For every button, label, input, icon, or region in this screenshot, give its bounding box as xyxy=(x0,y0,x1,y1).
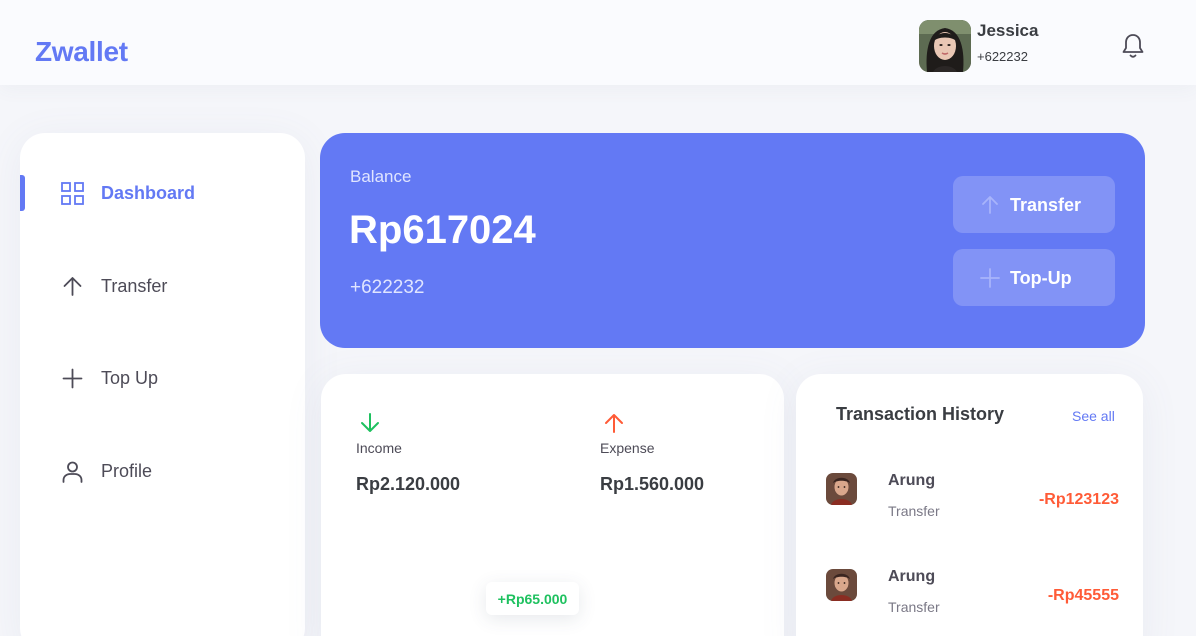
income-label: Income xyxy=(356,440,402,456)
balance-label: Balance xyxy=(350,167,412,186)
top-header: Zwallet Jessica +622232 xyxy=(0,0,1196,85)
bell-icon[interactable] xyxy=(1120,32,1146,60)
sidebar-item-dashboard[interactable]: Dashboard xyxy=(20,175,305,211)
plus-icon xyxy=(980,268,1000,288)
active-indicator xyxy=(20,175,25,211)
sidebar-item-label: Top Up xyxy=(101,368,159,388)
avatar xyxy=(826,569,857,601)
sidebar-item-top-up[interactable]: Top Up xyxy=(20,360,305,396)
grid-icon xyxy=(61,182,84,205)
chart-tooltip: +Rp65.000 xyxy=(486,582,579,615)
user-phone: +622232 xyxy=(977,49,1028,64)
transaction-name: Arung xyxy=(888,568,936,585)
transfer-button-label: Transfer xyxy=(1010,194,1082,215)
avatar xyxy=(826,473,857,505)
balance-phone: +622232 xyxy=(350,277,425,298)
balance-card: Balance Rp617024 +622232 Transfer Top-Up xyxy=(320,133,1145,348)
sidebar-item-label: Transfer xyxy=(101,276,168,296)
plus-icon xyxy=(62,368,83,389)
sidebar-item-profile[interactable]: Profile xyxy=(20,453,305,489)
top-up-button[interactable]: Top-Up xyxy=(953,249,1115,306)
transaction-name: Arung xyxy=(888,472,936,489)
income-expense-card: Income Rp2.120.000 Expense Rp1.560.000 +… xyxy=(321,374,784,636)
transfer-button[interactable]: Transfer xyxy=(953,176,1115,233)
transaction-history-card: Transaction History See all Arung Transf… xyxy=(796,374,1143,636)
transaction-row[interactable]: Arung Transfer -Rp45555 xyxy=(796,568,1143,625)
transaction-amount: -Rp45555 xyxy=(1047,587,1119,604)
balance-amount: Rp617024 xyxy=(349,208,536,252)
top-up-button-label: Top-Up xyxy=(1010,267,1072,288)
transaction-amount: -Rp123123 xyxy=(1038,491,1119,508)
expense-value: Rp1.560.000 xyxy=(600,474,705,494)
user-icon xyxy=(62,461,83,483)
transaction-type: Transfer xyxy=(888,503,940,519)
transaction-row[interactable]: Arung Transfer -Rp123123 xyxy=(796,472,1143,529)
user-avatar[interactable] xyxy=(919,20,971,72)
sidebar-item-transfer[interactable]: Transfer xyxy=(20,268,305,304)
sidebar: Dashboard Transfer Top Up Profile xyxy=(20,133,305,636)
expense-label: Expense xyxy=(600,440,655,456)
arrow-down-icon xyxy=(361,413,379,432)
transaction-type: Transfer xyxy=(888,599,940,615)
arrow-up-icon xyxy=(982,196,998,214)
user-name: Jessica xyxy=(977,21,1039,40)
sidebar-item-label: Dashboard xyxy=(101,183,196,203)
app-logo[interactable]: Zwallet xyxy=(35,35,128,69)
history-title: Transaction History xyxy=(836,404,1005,424)
income-value: Rp2.120.000 xyxy=(356,474,461,494)
arrow-up-icon xyxy=(605,414,623,433)
arrow-up-icon xyxy=(63,277,82,296)
sidebar-item-label: Profile xyxy=(101,461,153,481)
see-all-link[interactable]: See all xyxy=(1072,407,1115,425)
